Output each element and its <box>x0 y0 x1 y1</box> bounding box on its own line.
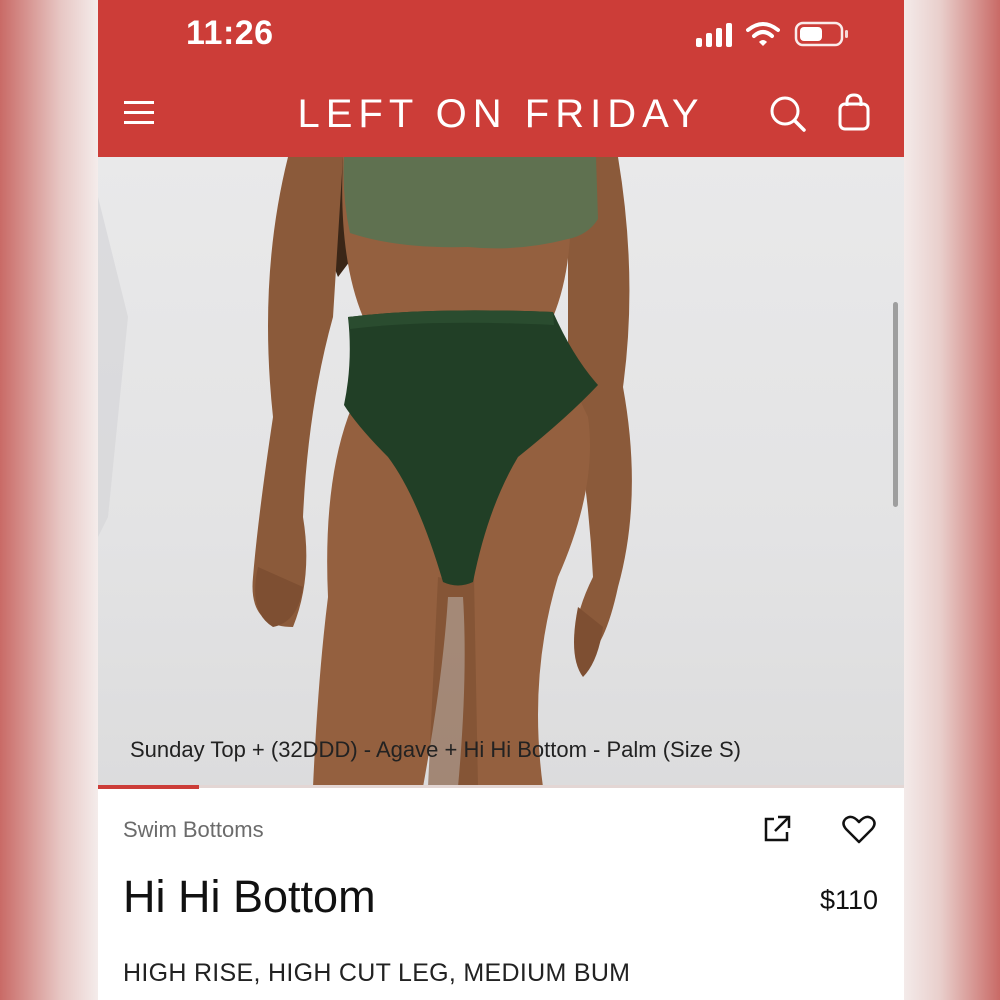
share-icon[interactable] <box>761 813 793 850</box>
image-caption: Sunday Top + (32DDD) - Agave + Hi Hi Bot… <box>130 737 741 762</box>
status-icons <box>696 20 850 48</box>
search-icon[interactable] <box>768 94 808 139</box>
battery-icon <box>794 20 850 48</box>
product-price: $110 <box>819 885 878 915</box>
product-title: Hi Hi Bottom <box>123 871 376 922</box>
model-photo-illustration <box>98 157 632 787</box>
phone-screen: 11:26 LEFT ON FRIDAY Sunday Top + (32DDD… <box>98 0 904 1000</box>
nav-row: LEFT ON FRIDAY <box>98 88 904 144</box>
product-info: Swim Bottoms Hi Hi Bottom $110 HIGH RISE… <box>98 789 904 1000</box>
status-time: 11:26 <box>186 14 274 52</box>
product-description: HIGH RISE, HIGH CUT LEG, MEDIUM BUM <box>123 959 631 987</box>
bag-icon[interactable] <box>836 92 872 137</box>
scrollbar[interactable] <box>893 302 898 507</box>
product-image[interactable]: Sunday Top + (32DDD) - Agave + Hi Hi Bot… <box>98 157 904 787</box>
signal-icon <box>696 21 732 47</box>
wifi-icon <box>746 21 780 47</box>
site-header: 11:26 LEFT ON FRIDAY <box>98 0 904 157</box>
heart-icon[interactable] <box>842 815 876 850</box>
product-category-link[interactable]: Swim Bottoms <box>123 817 264 843</box>
gallery-progress-track <box>98 785 904 788</box>
